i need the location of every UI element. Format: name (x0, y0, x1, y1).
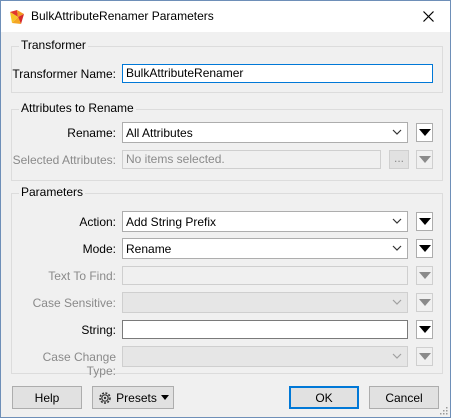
selected-attributes-label: Selected Attributes: (12, 153, 116, 167)
mode-label: Mode: (82, 242, 116, 256)
chevron-down-icon (392, 245, 402, 251)
presets-label: Presets (116, 390, 157, 405)
action-menu-button[interactable] (416, 212, 433, 231)
triangle-down-icon (418, 299, 431, 306)
window-title: BulkAttributeRenamer Parameters (31, 9, 214, 23)
parameters-group-title: Parameters (19, 185, 86, 199)
rename-select-value: All Attributes (126, 126, 193, 140)
dialog-window: BulkAttributeRenamer Parameters Transfor… (0, 0, 451, 418)
transformer-name-input[interactable]: BulkAttributeRenamer (122, 64, 433, 83)
string-label: String: (81, 323, 116, 337)
close-button[interactable] (406, 1, 450, 32)
attributes-group-title: Attributes to Rename (19, 101, 136, 115)
string-input[interactable] (122, 320, 408, 339)
title-bar[interactable]: BulkAttributeRenamer Parameters (1, 1, 450, 32)
mode-menu-button[interactable] (416, 239, 433, 258)
selected-attributes-input[interactable]: No items selected. (122, 150, 381, 169)
string-menu-button[interactable] (416, 320, 433, 339)
rename-label: Rename: (67, 126, 116, 140)
case-sensitive-menu-button[interactable] (416, 293, 433, 312)
case-change-type-label: Case Change Type: (42, 350, 116, 378)
case-change-type-select[interactable] (122, 346, 408, 367)
triangle-down-icon (418, 353, 431, 360)
text-to-find-input[interactable] (122, 266, 408, 285)
parameters-group: Parameters Action: Add String Prefix Mod… (11, 185, 443, 378)
case-sensitive-label: Case Sensitive: (32, 296, 116, 310)
text-to-find-menu-button[interactable] (416, 266, 433, 285)
rename-menu-button[interactable] (416, 123, 433, 142)
chevron-down-icon (392, 299, 402, 305)
triangle-down-icon (418, 156, 431, 163)
ok-button[interactable]: OK (289, 386, 359, 409)
case-sensitive-select[interactable] (122, 292, 408, 313)
mode-select-value: Rename (126, 242, 172, 256)
cancel-button[interactable]: Cancel (369, 386, 439, 409)
action-select[interactable]: Add String Prefix (122, 211, 408, 232)
triangle-down-icon (418, 245, 431, 252)
presets-button[interactable]: Presets (92, 386, 174, 409)
triangle-down-icon (418, 272, 431, 279)
triangle-down-icon (418, 129, 431, 136)
case-change-type-menu-button[interactable] (416, 347, 433, 366)
transformer-group: Transformer Transformer Name: BulkAttrib… (11, 38, 443, 93)
transformer-group-title: Transformer (19, 38, 88, 52)
caret-down-icon (160, 395, 169, 400)
chevron-down-icon (392, 218, 402, 224)
selected-attributes-menu-button[interactable] (416, 150, 433, 169)
resize-grip-icon[interactable] (438, 405, 448, 415)
rename-select[interactable]: All Attributes (122, 122, 408, 143)
selected-attributes-ellipsis-button[interactable]: ... (389, 150, 409, 169)
mode-select[interactable]: Rename (122, 238, 408, 259)
chevron-down-icon (392, 129, 402, 135)
fme-transformer-icon (10, 10, 24, 24)
action-label: Action: (79, 215, 116, 229)
attributes-group: Attributes to Rename Rename: All Attribu… (11, 101, 443, 181)
transformer-name-label: Transformer Name: (12, 67, 116, 81)
action-select-value: Add String Prefix (126, 215, 217, 229)
text-to-find-label: Text To Find: (48, 269, 116, 283)
chevron-down-icon (392, 353, 402, 359)
close-icon (422, 11, 434, 22)
gear-icon (99, 391, 111, 404)
triangle-down-icon (418, 326, 431, 333)
triangle-down-icon (418, 218, 431, 225)
help-button[interactable]: Help (12, 386, 82, 409)
